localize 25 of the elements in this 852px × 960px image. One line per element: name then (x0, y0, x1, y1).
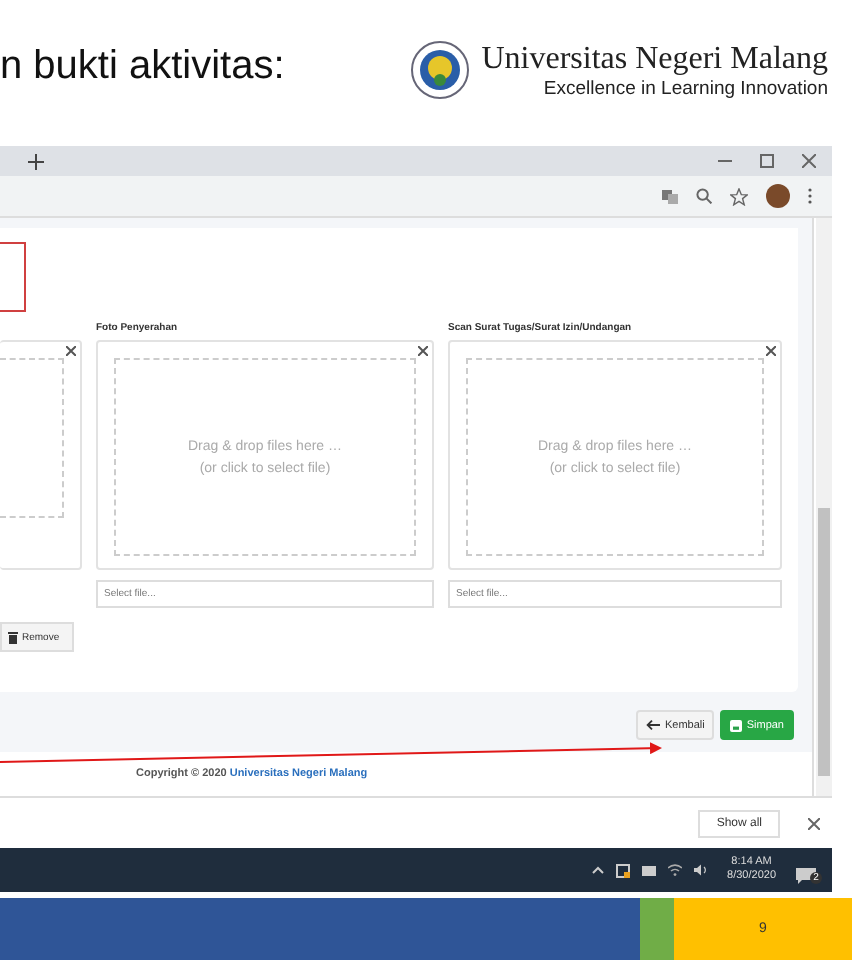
university-name: Universitas Negeri Malang (481, 41, 828, 77)
new-tab-icon[interactable] (28, 153, 44, 169)
tray-app-icon[interactable] (615, 863, 630, 877)
university-emblem-icon (409, 40, 470, 100)
close-icon[interactable] (66, 346, 76, 356)
university-tagline: Excellence in Learning Innovation (543, 77, 828, 99)
trash-icon (8, 631, 18, 643)
close-icon[interactable] (808, 817, 820, 829)
floppy-disk-icon (730, 719, 743, 731)
slide-title: n bukti aktivitas: (0, 43, 285, 89)
close-icon[interactable] (802, 154, 816, 168)
search-icon[interactable] (696, 188, 712, 204)
battery-icon[interactable] (641, 865, 656, 875)
maximize-icon[interactable] (760, 154, 774, 168)
close-icon[interactable] (766, 346, 776, 356)
speaker-icon[interactable] (693, 864, 708, 876)
close-icon[interactable] (418, 346, 428, 356)
chevron-up-icon[interactable] (591, 866, 604, 874)
star-icon[interactable] (730, 187, 748, 205)
avatar-icon[interactable] (766, 184, 790, 208)
wifi-icon[interactable] (667, 864, 682, 876)
left-arrow-icon (646, 720, 661, 730)
scrollbar-thumb[interactable] (818, 508, 830, 776)
input-field[interactable] (0, 242, 26, 312)
translate-icon[interactable] (662, 189, 678, 203)
